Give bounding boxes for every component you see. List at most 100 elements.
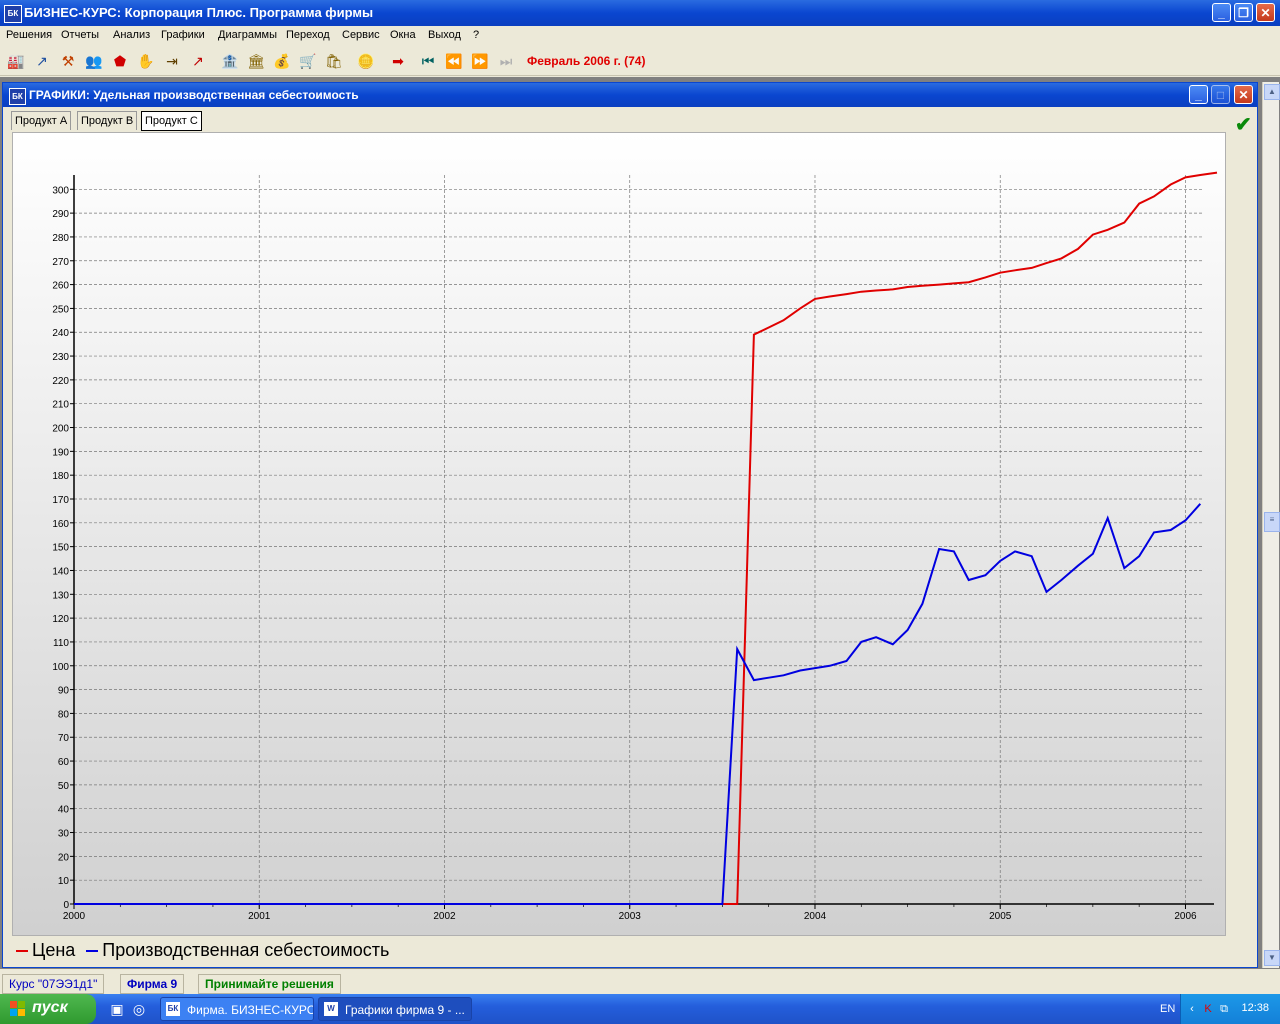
y-tick-label: 30 bbox=[58, 829, 70, 840]
tray-antivirus-icon[interactable]: K bbox=[1201, 1002, 1215, 1016]
y-tick-label: 200 bbox=[52, 424, 69, 435]
child-close-button[interactable]: ✕ bbox=[1234, 85, 1253, 104]
charts-window-title: ГРАФИКИ: Удельная производственная себес… bbox=[29, 88, 359, 102]
y-tick-label: 240 bbox=[52, 328, 69, 339]
y-tick-label: 160 bbox=[52, 519, 69, 530]
menu-diagrammy[interactable]: Диаграммы bbox=[218, 29, 277, 41]
tray-network-icon[interactable]: ⧉ bbox=[1217, 1002, 1231, 1016]
tab-product-c[interactable]: Продукт C bbox=[141, 111, 202, 131]
child-minimize-button[interactable]: _ bbox=[1189, 85, 1208, 104]
tray-arrow-icon[interactable]: ‹ bbox=[1185, 1002, 1199, 1016]
y-tick-label: 190 bbox=[52, 447, 69, 458]
start-button[interactable]: пуск bbox=[0, 994, 96, 1024]
menu-okna[interactable]: Окна bbox=[390, 29, 416, 41]
toolbar: 🏭 ↗ ⚒ 👥 ⬟ ✋ ⇥ ↗ 🏦 🏛 💰 🛒 🛍 🪙 ➡ ⏮ ⏪ ⏩ ⏭ Фе… bbox=[0, 46, 1280, 76]
task-label-firm: Фирма. БИЗНЕС-КУРС bbox=[187, 1003, 314, 1017]
next-page-icon[interactable]: ⏩ bbox=[470, 51, 490, 71]
y-tick-label: 0 bbox=[63, 900, 69, 911]
previous-page-icon[interactable]: ⏪ bbox=[444, 51, 464, 71]
chart-panel: 0 10 20 30 40 50 60 70 80 90 100 110 120 130 140 150 160… bbox=[12, 132, 1226, 936]
menu-otchety[interactable]: Отчеты bbox=[61, 29, 99, 41]
task-word-icon: W bbox=[324, 1002, 338, 1016]
scroll-up-arrow-icon[interactable]: ▲ bbox=[1264, 84, 1280, 100]
y-tick-label: 270 bbox=[52, 257, 69, 268]
first-page-icon[interactable]: ⏮ bbox=[418, 51, 438, 71]
menu-vyhod[interactable]: Выход bbox=[428, 29, 461, 41]
export-icon[interactable]: ⇥ bbox=[162, 51, 182, 71]
scroll-down-arrow-icon[interactable]: ▼ bbox=[1264, 950, 1280, 966]
y-tick-label: 220 bbox=[52, 376, 69, 387]
legend-red-swatch bbox=[16, 950, 28, 953]
child-maximize-button[interactable]: □ bbox=[1211, 85, 1230, 104]
tools-icon[interactable]: ⚒ bbox=[58, 51, 78, 71]
minimize-button[interactable]: _ bbox=[1212, 3, 1231, 22]
quicklaunch-browser-icon[interactable]: ◎ bbox=[130, 1000, 148, 1018]
scroll-thumb[interactable]: ≡ bbox=[1264, 512, 1280, 532]
y-tick-label: 300 bbox=[52, 185, 69, 196]
y-tick-label: 140 bbox=[52, 566, 69, 577]
y-tick-label: 120 bbox=[52, 614, 69, 625]
chart-arrow-icon[interactable]: ↗ bbox=[32, 51, 52, 71]
quicklaunch-app-icon[interactable]: ▣ bbox=[108, 1000, 126, 1018]
y-tick-label: 50 bbox=[58, 781, 70, 792]
x-tick-label: 2005 bbox=[989, 911, 1012, 922]
y-tick-label: 210 bbox=[52, 400, 69, 411]
chart-svg: 0 10 20 30 40 50 60 70 80 90 100 110 120 130 140 150 160… bbox=[52, 171, 1218, 922]
y-tick-label: 130 bbox=[52, 590, 69, 601]
y-tick-label: 180 bbox=[52, 471, 69, 482]
coin-icon[interactable]: 🪙 bbox=[356, 51, 376, 71]
arrow-up-right-icon[interactable]: ↗ bbox=[188, 51, 208, 71]
people-icon[interactable]: 👥 bbox=[84, 51, 104, 71]
app-icon[interactable]: БК bbox=[4, 5, 22, 23]
child-app-icon[interactable]: БК bbox=[9, 88, 26, 105]
cart-arrow-icon[interactable]: 🛍 bbox=[324, 51, 344, 71]
restore-button[interactable]: ❐ bbox=[1234, 3, 1253, 22]
taskbar: пуск ▣ ◎ БК Фирма. БИЗНЕС-КУРС W Графики ф… bbox=[0, 994, 1280, 1024]
series-line-price bbox=[74, 171, 1218, 905]
status-bar: Курс "07ЭЭ1д1" Фирма 9 Принимайте решени… bbox=[0, 972, 1280, 994]
y-tick-label: 100 bbox=[52, 662, 69, 673]
close-button[interactable]: ✕ bbox=[1256, 3, 1275, 22]
current-period-label: Февраль 2006 г. (74) bbox=[527, 54, 646, 68]
tab-product-a[interactable]: Продукт A bbox=[11, 111, 72, 130]
y-tick-label: 280 bbox=[52, 233, 69, 244]
y-tick-label: 40 bbox=[58, 805, 70, 816]
pentagon-icon[interactable]: ⬟ bbox=[110, 51, 130, 71]
task-charts-window[interactable]: W Графики фирма 9 - ... bbox=[318, 997, 472, 1021]
tab-product-b[interactable]: Продукт B bbox=[77, 111, 138, 130]
handshake-icon[interactable]: ✋ bbox=[136, 51, 156, 71]
x-tick-label: 2004 bbox=[804, 911, 827, 922]
menu-help[interactable]: ? bbox=[473, 29, 479, 41]
series-line-cost bbox=[74, 503, 1202, 905]
start-label: пуск bbox=[32, 999, 68, 1016]
charts-window-title-bar: БК ГРАФИКИ: Удельная производственная се… bbox=[3, 83, 1257, 107]
menu-perehod[interactable]: Переход bbox=[286, 29, 330, 41]
bank-up-icon[interactable]: 🏛 bbox=[246, 51, 266, 71]
clock: 12:38 bbox=[1241, 1002, 1269, 1014]
menu-servis[interactable]: Сервис bbox=[342, 29, 380, 41]
legend-cost-label: Производственная себестоимость bbox=[102, 940, 390, 960]
language-indicator[interactable]: EN bbox=[1160, 1003, 1175, 1015]
y-tick-label: 250 bbox=[52, 304, 69, 315]
confirm-checkmark-icon[interactable]: ✔ bbox=[1235, 112, 1252, 137]
app-title: БИЗНЕС-КУРС: Корпорация Плюс. Программа … bbox=[24, 5, 374, 20]
vertical-scrollbar[interactable]: ▲ ≡ ▼ bbox=[1262, 82, 1280, 968]
status-hint: Принимайте решения bbox=[198, 974, 341, 994]
task-firm-window[interactable]: БК Фирма. БИЗНЕС-КУРС bbox=[160, 997, 314, 1021]
bank-down-icon[interactable]: 🏦 bbox=[220, 51, 240, 71]
red-arrow-right-icon[interactable]: ➡ bbox=[388, 51, 408, 71]
y-tick-label: 80 bbox=[58, 709, 70, 720]
menu-analiz[interactable]: Анализ bbox=[113, 29, 150, 41]
factory-icon[interactable]: 🏭 bbox=[6, 51, 26, 71]
money-bag-icon[interactable]: 💰 bbox=[272, 51, 292, 71]
y-tick-label: 60 bbox=[58, 757, 70, 768]
status-course: Курс "07ЭЭ1д1" bbox=[2, 974, 105, 994]
last-page-icon[interactable]: ⏭ bbox=[496, 51, 516, 71]
menu-reshenia[interactable]: Решения bbox=[6, 29, 52, 41]
cart-icon[interactable]: 🛒 bbox=[298, 51, 318, 71]
x-tick-label: 2006 bbox=[1174, 911, 1197, 922]
x-tick-label: 2002 bbox=[433, 911, 456, 922]
status-firm: Фирма 9 bbox=[120, 974, 185, 994]
menu-grafiki[interactable]: Графики bbox=[161, 29, 205, 41]
windows-logo-icon bbox=[10, 1001, 25, 1016]
